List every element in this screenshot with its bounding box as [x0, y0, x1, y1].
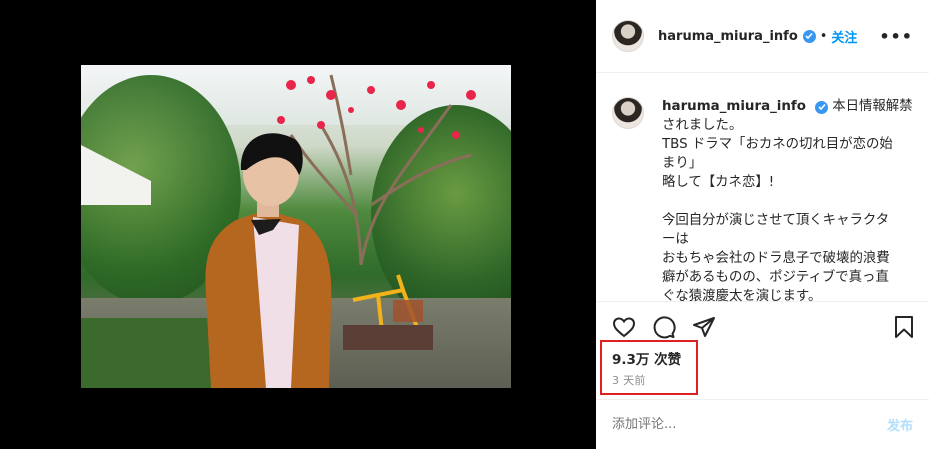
caption-line: ぐな猿渡慶太を演じます。 [662, 289, 822, 304]
photo-person [205, 133, 332, 388]
follow-button[interactable]: 关注 [831, 27, 857, 46]
caption-text: haruma_miura_info 本日情報解禁 されました。 TBS ドラマ「… [662, 97, 913, 304]
caption-line: されました。 [662, 118, 743, 133]
post-photo[interactable] [81, 65, 511, 388]
share-icon[interactable] [692, 315, 716, 339]
caption-line: 略して【カネ恋】! [662, 175, 775, 190]
action-bar [596, 305, 929, 345]
verified-icon [802, 29, 816, 43]
caption-username[interactable]: haruma_miura_info [662, 99, 806, 114]
caption-line: まり」 [662, 156, 703, 171]
avatar[interactable] [612, 20, 644, 52]
caption-line: TBS ドラマ「おカネの切れ目が恋の始 [662, 137, 893, 152]
caption-line: ーは [662, 232, 689, 247]
header-dot: • [819, 28, 828, 44]
save-icon[interactable] [892, 315, 916, 339]
caption-line: 癖があるものの、ポジティブで真っ直 [662, 270, 889, 285]
caption-line: 今回自分が演じさせて頂くキャラクタ [662, 213, 890, 228]
more-icon[interactable]: ••• [879, 27, 913, 46]
caption-avatar[interactable] [612, 97, 644, 129]
post-media-area [0, 0, 596, 449]
highlight-box [600, 340, 698, 395]
caption-line: 本日情報解禁 [832, 99, 913, 114]
comment-icon[interactable] [652, 315, 676, 339]
post-comment-button[interactable]: 发布 [887, 415, 913, 434]
comment-bar: 发布 [596, 399, 929, 449]
caption-section: haruma_miura_info 本日情報解禁 されました。 TBS ドラマ「… [596, 73, 929, 304]
heart-icon[interactable] [612, 315, 636, 339]
header-username[interactable]: haruma_miura_info [658, 29, 798, 44]
comment-input[interactable] [612, 417, 887, 432]
post-header: haruma_miura_info • 关注 ••• [596, 0, 929, 73]
verified-icon [815, 100, 829, 114]
caption-line: おもちゃ会社のドラ息子で破壊的浪費 [662, 251, 890, 266]
photo-bicycle [343, 274, 433, 350]
